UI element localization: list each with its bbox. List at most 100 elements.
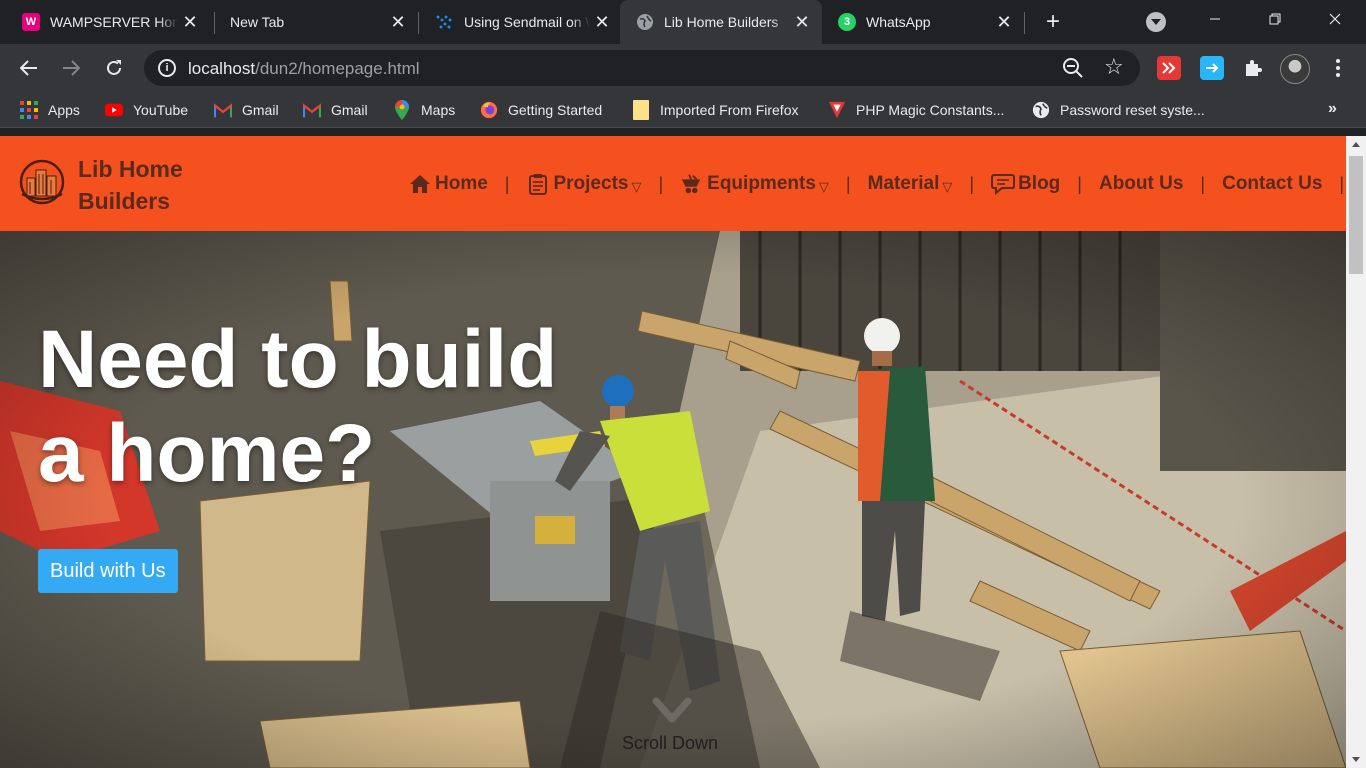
bookmarks-overflow-button[interactable]: » — [1328, 100, 1337, 118]
close-tab-icon[interactable]: ✕ — [178, 10, 202, 34]
nav-separator: | — [504, 173, 510, 194]
bookmark-getting-started[interactable]: Getting Started — [480, 100, 602, 120]
bookmark-gmail-2[interactable]: Gmail — [303, 100, 368, 120]
tab-search-icon[interactable] — [1146, 12, 1166, 32]
new-tab-plus-icon[interactable]: + — [1040, 8, 1066, 35]
gmail-icon — [214, 101, 232, 119]
main-menu: Home | Projects ▽ | Equipments ▽ | Mater… — [408, 169, 1346, 199]
nav-material[interactable]: Material ▽ — [868, 173, 953, 195]
maps-pin-icon — [393, 100, 411, 120]
scroll-down-arrow-icon[interactable] — [1352, 757, 1360, 762]
nav-about-us[interactable]: About Us — [1099, 173, 1183, 195]
nav-equipments[interactable]: Equipments ▽ — [680, 172, 829, 196]
gmail-icon — [303, 101, 321, 119]
tab-title: WAMPSERVER Homepage — [50, 14, 178, 30]
chat-bubble-icon — [991, 172, 1016, 196]
bookmark-label: Imported From Firefox — [660, 102, 799, 118]
close-tab-icon[interactable]: ✕ — [386, 10, 410, 34]
tab-lib-home-builders[interactable]: Lib Home Builders ✕ — [620, 0, 822, 44]
nav-home[interactable]: Home — [408, 172, 488, 196]
bookmark-label: YouTube — [133, 102, 189, 118]
tab-whatsapp[interactable]: 3 WhatsApp ✕ — [822, 0, 1024, 44]
nav-separator: | — [1077, 173, 1082, 194]
bookmark-imported-from-firefox[interactable]: Imported From Firefox — [632, 100, 798, 120]
nav-label: Equipments — [707, 173, 816, 194]
scroll-up-arrow-icon[interactable] — [1352, 142, 1360, 147]
nav-label: Material — [867, 173, 940, 194]
tab-wampserver[interactable]: W WAMPSERVER Homepage ✕ — [0, 0, 210, 44]
whatsapp-icon: 3 — [838, 13, 856, 31]
address-bar[interactable]: i localhost/dun2/homepage.html ☆ — [144, 50, 1140, 86]
build-with-us-button[interactable]: Build with Us — [38, 549, 178, 593]
bookmark-star-icon[interactable]: ☆ — [1104, 54, 1124, 80]
bookmark-label: PHP Magic Constants... — [856, 102, 1005, 118]
scroll-down-label[interactable]: Scroll Down — [622, 733, 718, 754]
nav-separator: | — [1339, 173, 1345, 194]
bookmark-label: Maps — [421, 102, 456, 118]
hero-section: Need to build a home? Build with Us Scro… — [0, 231, 1346, 768]
nav-projects[interactable]: Projects ▽ — [526, 172, 641, 196]
wheelbarrow-icon — [680, 172, 704, 196]
tab-title: Using Sendmail on Windows — [464, 14, 590, 30]
chrome-menu-icon[interactable] — [1326, 56, 1350, 80]
bookmark-gmail-1[interactable]: Gmail — [214, 100, 279, 120]
nav-label: Home — [435, 173, 488, 194]
url-text[interactable]: localhost/dun2/homepage.html — [188, 59, 420, 79]
globe-icon — [1032, 101, 1050, 119]
tab-new-tab[interactable]: New Tab ✕ — [208, 0, 418, 44]
tab-sendmail[interactable]: Using Sendmail on Windows ✕ — [414, 0, 622, 44]
page-scrollbar[interactable] — [1346, 136, 1366, 768]
forward-arrow-icon[interactable] — [57, 54, 85, 82]
close-tab-icon[interactable]: ✕ — [992, 10, 1016, 34]
scrollbar-thumb[interactable] — [1349, 156, 1363, 274]
close-window-icon[interactable] — [1305, 0, 1365, 38]
bookmark-label: Password reset syste... — [1060, 102, 1205, 118]
zoom-out-icon[interactable] — [1062, 57, 1084, 79]
tab-title: WhatsApp — [866, 14, 931, 30]
scroll-down-chevron-icon[interactable] — [652, 697, 692, 725]
site-navbar: Lib Home Builders Home | Projects ▽ | Eq… — [0, 136, 1346, 231]
php-icon — [828, 101, 846, 119]
profile-avatar[interactable] — [1280, 54, 1310, 84]
bookmark-maps[interactable]: Maps — [393, 100, 455, 120]
tab-title: Lib Home Builders — [664, 14, 779, 30]
wampserver-icon: W — [22, 13, 40, 31]
bookmark-apps[interactable]: Apps — [20, 100, 80, 120]
url-host: localhost — [188, 59, 256, 78]
globe-icon — [636, 13, 654, 31]
apps-grid-icon — [20, 101, 38, 119]
nav-blog[interactable]: Blog — [991, 172, 1060, 196]
logo-icon[interactable] — [18, 158, 68, 206]
bookmark-label: Getting Started — [508, 102, 603, 118]
nav-contact-us[interactable]: Contact Us — [1222, 173, 1322, 195]
bookmark-youtube[interactable]: YouTube — [105, 100, 188, 120]
bookmark-label: Gmail — [242, 102, 279, 118]
hero-headline: Need to build a home? — [38, 313, 598, 501]
close-tab-icon[interactable]: ✕ — [590, 10, 614, 34]
bookmark-php-magic-constants[interactable]: PHP Magic Constants... — [828, 100, 1004, 120]
nav-separator: | — [658, 173, 664, 194]
browser-toolbar: i localhost/dun2/homepage.html ☆ — [0, 44, 1366, 92]
nav-label: Projects — [553, 173, 629, 194]
extension-red-icon[interactable] — [1157, 56, 1181, 80]
reload-icon[interactable] — [100, 54, 128, 82]
close-tab-icon[interactable]: ✕ — [790, 10, 814, 34]
extensions-puzzle-icon[interactable] — [1241, 56, 1265, 80]
headline-line-2: a home? — [38, 408, 376, 499]
nav-label: About Us — [1098, 173, 1184, 194]
firefox-icon — [480, 101, 498, 119]
brand-name[interactable]: Lib Home Builders — [78, 153, 218, 217]
headline-line-1: Need to build — [38, 314, 558, 405]
dropdown-caret-icon: ▽ — [631, 179, 642, 194]
bookmarks-bar: Apps YouTube Gmail Gmail Maps Getting St… — [0, 92, 1366, 128]
nav-label: Contact Us — [1222, 173, 1323, 194]
bookmark-password-reset[interactable]: Password reset syste... — [1032, 100, 1205, 120]
restore-icon[interactable] — [1245, 0, 1305, 38]
minimize-icon[interactable] — [1185, 0, 1245, 38]
clipboard-icon — [526, 172, 550, 196]
folder-icon — [632, 100, 650, 120]
back-arrow-icon[interactable] — [15, 54, 43, 82]
site-info-icon[interactable]: i — [158, 59, 176, 77]
extension-send-icon[interactable] — [1200, 56, 1224, 80]
url-path: /dun2/homepage.html — [255, 59, 420, 78]
